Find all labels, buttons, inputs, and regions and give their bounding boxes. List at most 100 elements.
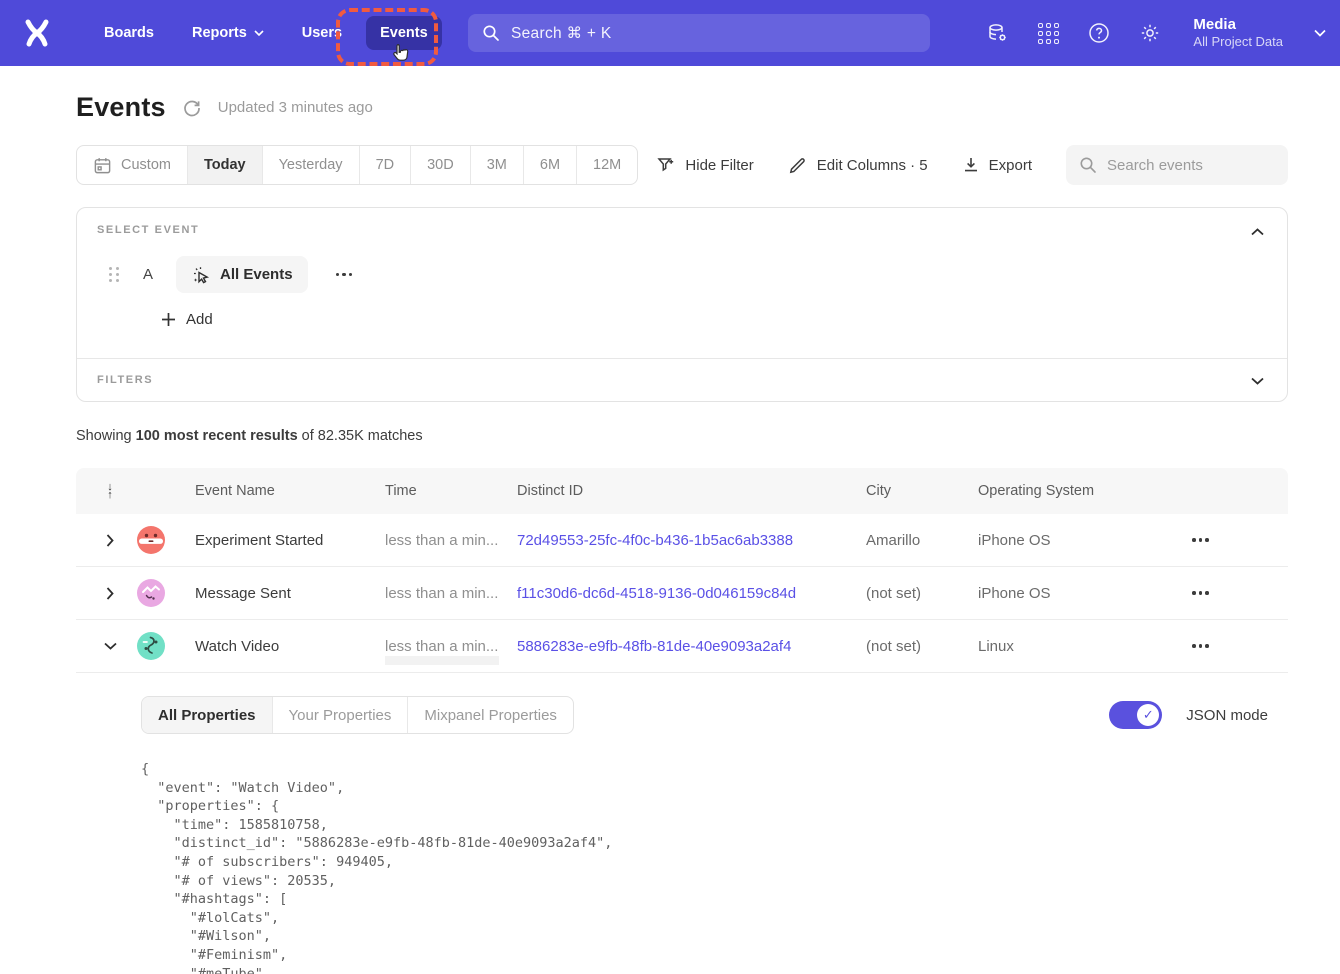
results-summary: Showing 100 most recent results of 82.35… xyxy=(76,428,1288,444)
date-option-label: 3M xyxy=(487,157,507,173)
hide-filter-button[interactable]: Hide Filter xyxy=(656,155,753,175)
project-name: Media xyxy=(1193,16,1283,35)
refresh-icon[interactable] xyxy=(182,98,202,118)
gear-icon[interactable] xyxy=(1138,21,1162,45)
collapse-select-event-button[interactable] xyxy=(1245,220,1269,244)
cell-distinct-id-link[interactable]: 72d49553-25fc-4f0c-b436-1b5ac6ab3388 xyxy=(517,532,866,549)
cell-os: Linux xyxy=(978,638,1186,655)
event-more-options-icon[interactable] xyxy=(330,267,359,283)
cell-distinct-id-link[interactable]: 5886283e-e9fb-48fb-81de-40e9093a2af4 xyxy=(517,638,866,655)
results-count: 100 most recent results xyxy=(136,428,298,444)
properties-tabs: All Properties Your Properties Mixpanel … xyxy=(141,696,574,734)
cell-os: iPhone OS xyxy=(978,585,1186,602)
date-option-6m[interactable]: 6M xyxy=(523,146,576,184)
row-more-options-icon[interactable] xyxy=(1186,638,1288,654)
table-row[interactable]: Message Sent less than a min... f11c30d6… xyxy=(76,567,1288,620)
date-option-label: Custom xyxy=(121,157,171,173)
calendar-icon xyxy=(93,156,112,175)
cell-city: Amarillo xyxy=(866,532,978,549)
nav-item-events[interactable]: Events xyxy=(366,16,442,50)
tab-mixpanel-properties[interactable]: Mixpanel Properties xyxy=(407,697,573,733)
chevron-down-icon xyxy=(104,642,117,650)
date-option-3m[interactable]: 3M xyxy=(470,146,523,184)
date-option-label: Today xyxy=(204,157,246,173)
event-avatar xyxy=(137,579,165,607)
search-events-input[interactable] xyxy=(1107,157,1267,174)
column-header-distinct-id[interactable]: Distinct ID xyxy=(517,483,866,499)
nav-item-boards[interactable]: Boards xyxy=(90,16,168,50)
expand-row-button[interactable] xyxy=(102,583,118,604)
expand-row-button[interactable] xyxy=(102,530,118,551)
table-row-expanded[interactable]: Watch Video less than a min... 5886283e-… xyxy=(76,620,1288,673)
project-switcher[interactable]: Media All Project Data xyxy=(1193,16,1283,51)
expand-filters-button[interactable] xyxy=(1245,369,1269,393)
page-title: Events xyxy=(76,92,166,123)
event-selector-pill[interactable]: All Events xyxy=(176,256,308,293)
date-option-yesterday[interactable]: Yesterday xyxy=(262,146,359,184)
selected-event-name: All Events xyxy=(220,266,293,283)
date-option-label: 30D xyxy=(427,157,454,173)
help-icon[interactable] xyxy=(1087,21,1111,45)
plus-icon xyxy=(161,312,176,327)
sparkle-cursor-icon xyxy=(191,265,211,285)
column-header-city[interactable]: City xyxy=(866,483,978,499)
download-icon xyxy=(962,156,980,174)
export-label: Export xyxy=(989,157,1032,174)
chevron-down-icon xyxy=(1251,377,1264,385)
row-more-options-icon[interactable] xyxy=(1186,532,1288,548)
query-builder-card: SELECT EVENT A All Events xyxy=(76,207,1288,402)
tab-your-properties[interactable]: Your Properties xyxy=(272,697,408,733)
collapse-row-button[interactable] xyxy=(100,638,121,654)
date-option-7d[interactable]: 7D xyxy=(359,146,411,184)
date-range-selector: Custom Today Yesterday 7D 30D 3M 6M 12M xyxy=(76,145,638,185)
table-row[interactable]: Experiment Started less than a min... 72… xyxy=(76,514,1288,567)
edit-columns-button[interactable]: Edit Columns · 5 xyxy=(788,155,928,175)
date-option-30d[interactable]: 30D xyxy=(410,146,470,184)
pencil-icon xyxy=(788,155,808,175)
event-step-letter: A xyxy=(143,266,153,283)
top-navbar: Boards Reports Users Events Search ⌘ + K xyxy=(0,0,1340,66)
cell-time: less than a min... xyxy=(385,585,517,602)
toggle-knob-check-icon xyxy=(1137,704,1159,726)
search-events-field[interactable] xyxy=(1066,145,1288,185)
cell-distinct-id-link[interactable]: f11c30d6-dc6d-4518-9136-0d046159c84d xyxy=(517,585,866,602)
event-avatar xyxy=(137,632,165,660)
date-option-today[interactable]: Today xyxy=(187,146,262,184)
apps-grid-icon[interactable] xyxy=(1036,21,1060,45)
export-button[interactable]: Export xyxy=(962,156,1032,174)
date-option-12m[interactable]: 12M xyxy=(576,146,637,184)
event-detail-panel: All Properties Your Properties Mixpanel … xyxy=(76,673,1288,974)
date-option-custom[interactable]: Custom xyxy=(77,146,187,184)
mixpanel-logo-icon[interactable] xyxy=(20,16,54,50)
data-management-icon[interactable] xyxy=(985,21,1009,45)
date-option-label: Yesterday xyxy=(279,157,343,173)
column-header-os[interactable]: Operating System xyxy=(978,483,1186,499)
results-suffix: of 82.35K matches xyxy=(298,428,423,444)
drag-handle-icon[interactable] xyxy=(109,267,119,282)
tab-all-properties[interactable]: All Properties xyxy=(142,697,272,733)
cell-time: less than a min... xyxy=(385,532,517,549)
time-fade-strip xyxy=(385,656,499,665)
date-option-label: 12M xyxy=(593,157,621,173)
chevron-down-icon[interactable] xyxy=(1314,29,1326,37)
add-event-button[interactable]: Add xyxy=(161,311,213,328)
nav-item-users[interactable]: Users xyxy=(288,16,356,50)
sort-icon[interactable]: ↓↑ xyxy=(107,483,113,499)
column-header-event-name[interactable]: Event Name xyxy=(195,483,385,499)
date-option-label: 7D xyxy=(376,157,395,173)
filters-label: FILTERS xyxy=(97,374,1267,386)
column-header-time[interactable]: Time xyxy=(385,483,517,499)
results-prefix: Showing xyxy=(76,428,136,444)
chevron-down-icon xyxy=(254,30,264,36)
event-json-viewer: { "event": "Watch Video", "properties": … xyxy=(141,760,1268,974)
primary-nav: Boards Reports Users Events xyxy=(90,16,442,50)
json-mode-label: JSON mode xyxy=(1186,707,1268,724)
event-avatar xyxy=(137,526,165,554)
hide-filter-label: Hide Filter xyxy=(685,157,753,174)
events-table: ↓↑ Event Name Time Distinct ID City Oper… xyxy=(76,468,1288,974)
row-more-options-icon[interactable] xyxy=(1186,585,1288,601)
nav-item-label: Events xyxy=(380,25,428,41)
global-search-button[interactable]: Search ⌘ + K xyxy=(468,14,930,52)
json-mode-toggle[interactable] xyxy=(1109,701,1162,729)
nav-item-reports[interactable]: Reports xyxy=(178,16,278,50)
